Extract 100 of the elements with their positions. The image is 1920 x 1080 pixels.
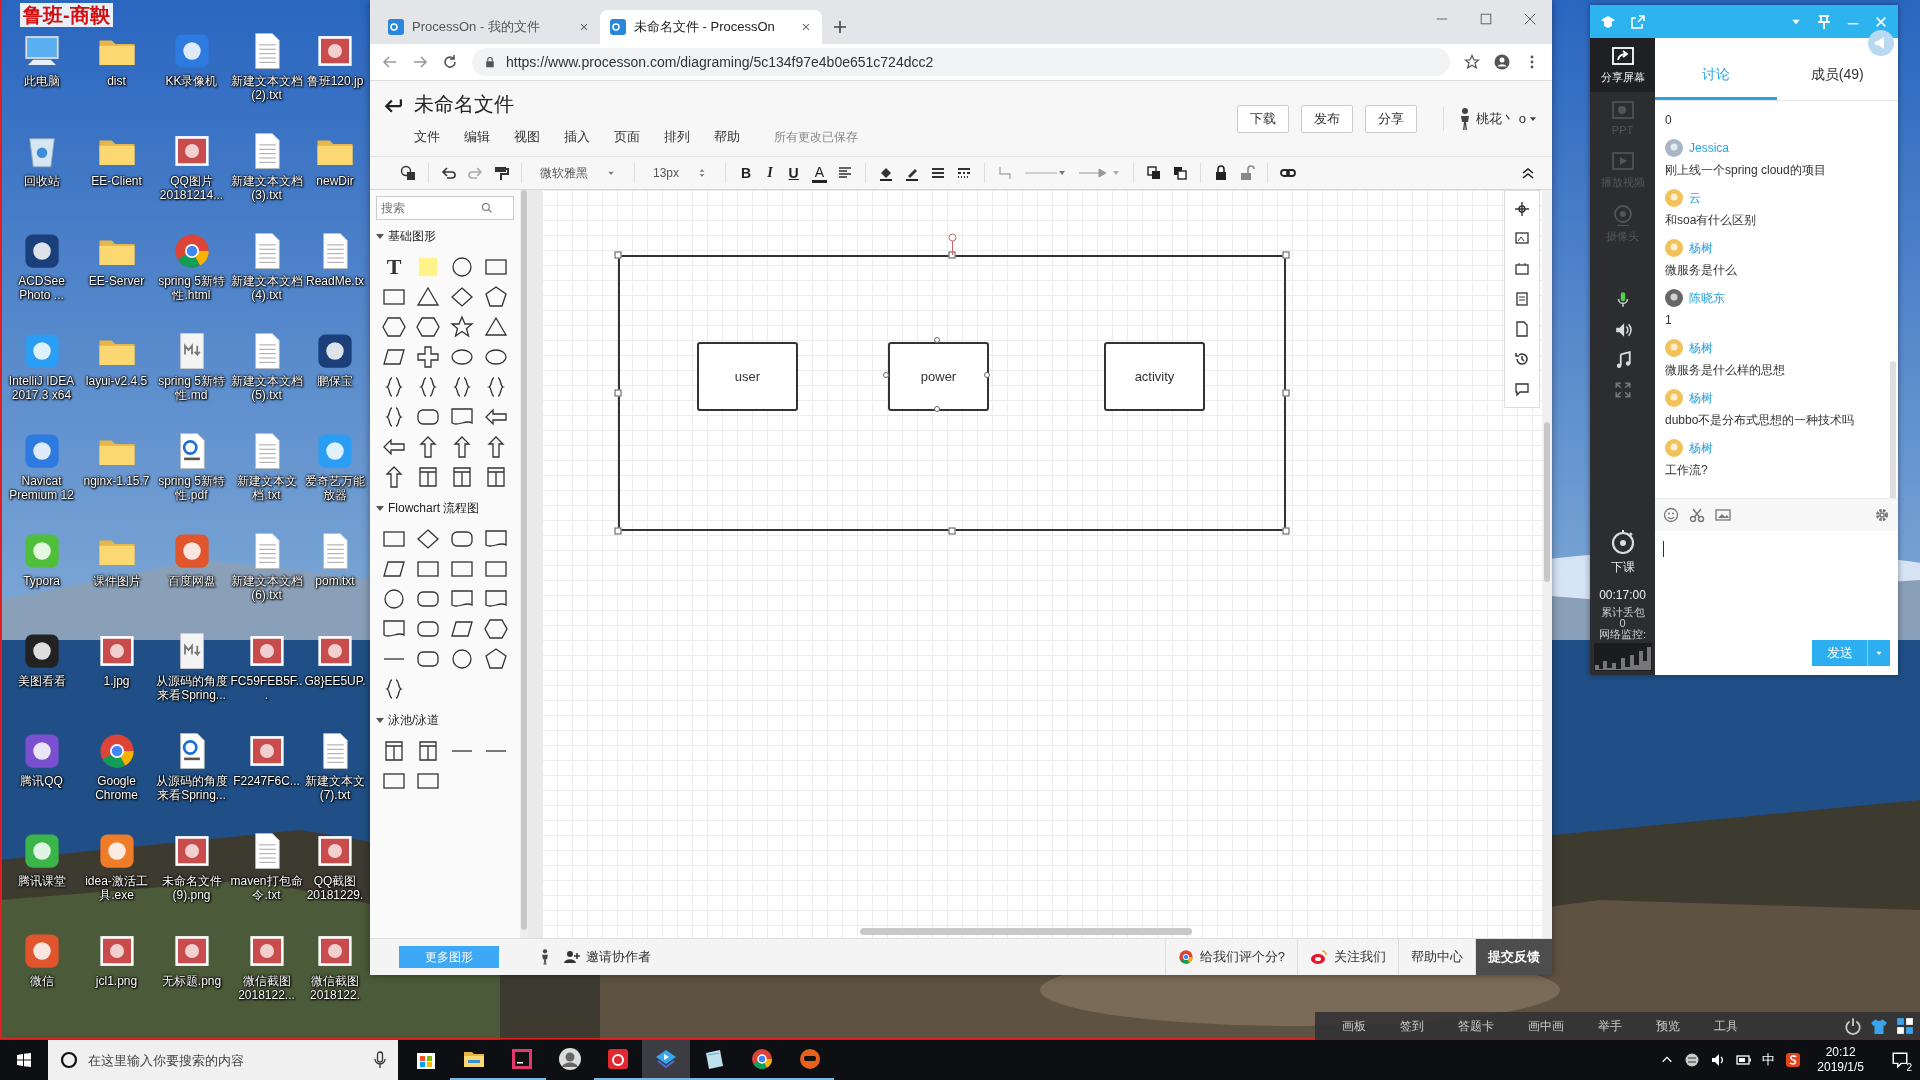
browser-tab[interactable]: ProcessOn - 我的文件 [378, 10, 600, 44]
file-name[interactable]: G8}EE5UP. [304, 674, 366, 688]
footer-link[interactable]: 提交反馈 [1475, 939, 1552, 975]
chat-tab[interactable]: 成员(49) [1776, 66, 1898, 100]
toolbar-item[interactable]: 工具 [1714, 1017, 1738, 1035]
clock-time[interactable]: 20:12 [1825, 1045, 1856, 1060]
message-text: 刚上线一个spring cloud的项目 [1665, 162, 1827, 179]
end-class-button[interactable]: 下课 [1609, 529, 1636, 576]
menu-item[interactable]: 帮助 [714, 128, 740, 146]
packet-loss-label: 累计丢包 [1600, 607, 1645, 618]
file-name[interactable]: 未命名文件 (9).png [154, 874, 229, 902]
sender-name: 杨树 [1689, 389, 1713, 407]
user-menu[interactable]: o [1518, 111, 1538, 126]
file-name[interactable]: QQ图片 20181214... [154, 174, 229, 202]
action-button[interactable]: 下载 [1236, 104, 1289, 133]
file-name[interactable]: 美图看看 [17, 674, 66, 688]
menu-item[interactable]: 页面 [614, 128, 640, 146]
menu-item[interactable]: 视图 [514, 128, 540, 146]
file-name[interactable]: QQ截图 20181229. [306, 874, 364, 902]
packet-loss-value: 0 [1619, 618, 1626, 629]
file-name[interactable]: 回收站 [23, 174, 60, 188]
file-name[interactable]: EE-Client [91, 174, 142, 188]
diagram-node: user [697, 342, 798, 411]
italic-button[interactable]: I [764, 165, 776, 181]
file-name[interactable]: spring 5新特性.html [154, 274, 229, 302]
file-name[interactable]: 此电脑 [23, 74, 60, 88]
diagram-node: power [888, 342, 989, 411]
file-name[interactable]: KK录像机 [165, 74, 218, 88]
file-name[interactable]: EE-Server [88, 274, 145, 288]
action-button[interactable]: 发布 [1300, 104, 1353, 133]
search-box[interactable]: 在这里输入你要搜索的内容 [48, 1040, 398, 1080]
file-name[interactable]: 新建文本文 (7).txt [305, 774, 365, 802]
file-name[interactable]: 腾讯QQ [20, 774, 63, 788]
sender-name: 云 [1689, 189, 1701, 207]
message-text: 微服务是什么 [1665, 262, 1738, 279]
file-name[interactable]: 微信截图 2018122... [229, 974, 304, 1002]
input-method-indicator[interactable]: 中 [1762, 1051, 1776, 1069]
file-name[interactable]: 腾讯课堂 [17, 874, 66, 888]
menu-item[interactable]: 文件 [414, 128, 440, 146]
sender-name: 陈晓东 [1689, 289, 1725, 307]
file-name[interactable]: Google Chrome [79, 774, 154, 802]
address-bar[interactable]: https://www.processon.com/diagraming/5c134f97e4b0e651c724dcc2 [472, 48, 1450, 76]
message-text: 1 [1665, 312, 1673, 329]
menu-item[interactable]: 排列 [664, 128, 690, 146]
save-status: 所有更改已保存 [774, 128, 858, 146]
toolbar-item[interactable]: 举手 [1598, 1017, 1622, 1035]
file-name[interactable]: 1.jpg [103, 674, 130, 688]
file-name[interactable]: F2247F6C... [233, 774, 300, 788]
file-name[interactable]: newDir [316, 174, 354, 188]
toolbar-item[interactable]: 画板 [1342, 1017, 1366, 1035]
action-button[interactable]: 分享 [1364, 104, 1417, 133]
underline-button[interactable]: U [785, 165, 802, 181]
side-tool[interactable]: 分享屏幕 [1590, 38, 1655, 92]
file-name[interactable]: 无标题.png [161, 974, 222, 988]
document-title: 未命名文件 [414, 92, 514, 117]
file-name[interactable]: maven打包命令.txt [229, 874, 304, 902]
file-name[interactable]: 从源码的角度来看Spring... [154, 674, 229, 702]
timer: 00:17:00 [1599, 590, 1646, 601]
footer-link[interactable]: 关注我们 [1297, 939, 1398, 975]
footer-link[interactable]: 给我们评个分? [1164, 939, 1297, 975]
clock-date[interactable]: 2019/1/5 [1817, 1060, 1864, 1075]
sender-name: Jessica [1689, 141, 1729, 155]
toolbar-item[interactable]: 签到 [1400, 1017, 1424, 1035]
file-name[interactable]: 新建文本文档 (2).txt [229, 74, 304, 102]
section-header[interactable]: 泳池/泳道 [376, 710, 514, 730]
toolbar-item[interactable]: 画中画 [1528, 1017, 1564, 1035]
network-monitor-label: 网络监控: [1598, 629, 1647, 640]
font-size-field[interactable]: 13px [647, 166, 714, 180]
font-select[interactable]: 微软雅黑 [534, 164, 622, 182]
file-name[interactable]: idea-激活工具.exe [79, 874, 154, 902]
file-name[interactable]: 从源码的角度来看Spring... [154, 774, 229, 802]
search-field[interactable]: 搜索 [381, 197, 481, 219]
file-name[interactable]: jcl1.png [95, 974, 138, 988]
search-field[interactable]: 在这里输入你要搜索的内容 [88, 1040, 364, 1080]
sender-name: 杨树 [1689, 339, 1713, 357]
text-tool[interactable]: T [386, 254, 402, 280]
diagram-node: activity [1104, 342, 1205, 411]
file-name[interactable]: dist [107, 74, 126, 88]
file-name[interactable]: ACDSee Photo ... [4, 274, 79, 302]
section-header[interactable]: Flowchart 流程图 [376, 498, 514, 518]
toolbar-item[interactable]: 答题卡 [1458, 1017, 1494, 1035]
invite-link[interactable]: 邀请协作者 [564, 948, 651, 966]
recording-label: 鲁班-商鞅 [20, 3, 113, 27]
file-name[interactable]: 鲁班120.jp [306, 74, 364, 88]
file-name[interactable]: 新建文本文档 (3).txt [229, 174, 304, 202]
font-color-button[interactable]: A [811, 163, 828, 183]
file-name[interactable]: 新建文本文档 (4).txt [229, 274, 304, 302]
user-name[interactable]: 桃花丶 [1475, 109, 1515, 128]
sender-name: 杨树 [1689, 239, 1713, 257]
browser-tab[interactable]: 未命名文件 - ProcessOn [600, 10, 822, 44]
toolbar-item[interactable]: 预览 [1656, 1017, 1680, 1035]
file-name[interactable]: FC59FEB5F... [229, 674, 304, 702]
section-header[interactable]: 基础图形 [376, 226, 514, 246]
file-name[interactable]: 微信 [29, 974, 54, 988]
bold-button[interactable]: B [738, 165, 755, 181]
menu-item[interactable]: 编辑 [464, 128, 490, 146]
search-box[interactable]: 搜索 [376, 196, 514, 220]
file-name[interactable]: 微信截图 2018122. [309, 974, 361, 1002]
file-name[interactable]: ReadMe.tx [306, 274, 364, 288]
menu-item[interactable]: 插入 [564, 128, 590, 146]
